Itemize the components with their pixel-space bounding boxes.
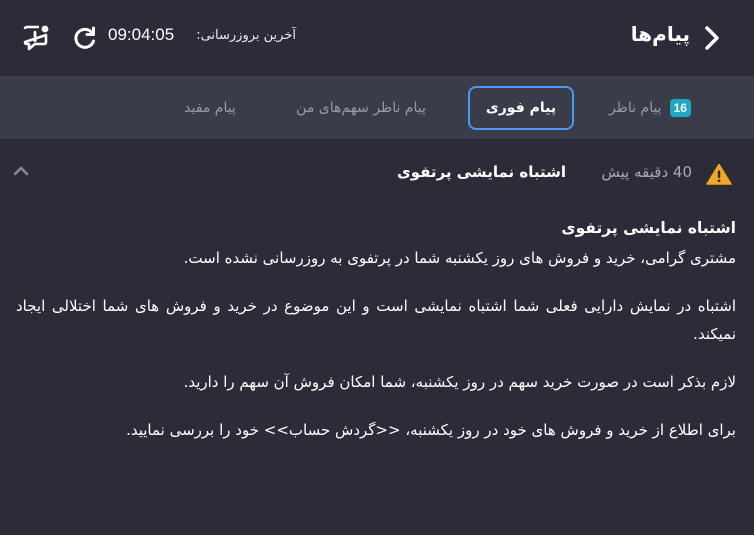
tab-supervisor-messages[interactable]: 16 پیام ناظر: [594, 86, 706, 130]
tab-label: پیام فوری: [485, 100, 557, 116]
header-bar: پیام‌ها آخرین بروزرسانی: 09:04:05: [0, 0, 754, 77]
tab-useful-messages[interactable]: پیام مفید: [164, 86, 256, 130]
last-update-time: 09:04:05: [108, 25, 175, 44]
chevron-up-icon[interactable]: [12, 164, 30, 178]
page-title: پیام‌ها: [630, 22, 690, 46]
notification-header[interactable]: 40 دقیقه پیش اشتباه نمایشی پرتفوی: [0, 139, 754, 203]
refresh-icon[interactable]: [72, 25, 98, 51]
last-update-label: آخرین بروزرسانی:: [196, 28, 296, 43]
chat-alert-icon[interactable]: [20, 22, 52, 54]
notification-paragraph: مشتری گرامی، خرید و فروش های روز یکشنبه …: [183, 249, 736, 267]
notification-body: اشتباه نمایشی پرتفوی مشتری گرامی، خرید و…: [16, 214, 736, 464]
tab-label: پیام ناظر سهم‌های من: [296, 100, 426, 116]
notification-paragraph: برای اطلاع از خرید و فروش های خود در روز…: [126, 421, 736, 439]
tab-label: پیام مفید: [184, 100, 236, 116]
notification-paragraph: اشتباه در نمایش دارایی فعلی شما اشتباه ن…: [16, 297, 736, 343]
tabs-bar: 16 پیام ناظر پیام فوری پیام ناظر سهم‌های…: [0, 77, 754, 139]
notification-time: 40 دقیقه پیش: [601, 163, 692, 181]
notification-title: اشتباه نمایشی پرتفوی: [396, 163, 566, 181]
tab-label: پیام ناظر: [609, 100, 662, 116]
notification-body-title: اشتباه نمایشی پرتفوی: [561, 219, 736, 237]
warning-icon: [706, 163, 732, 185]
unread-count-badge: 16: [669, 99, 691, 117]
chevron-right-icon[interactable]: [700, 24, 724, 52]
tab-urgent-messages[interactable]: پیام فوری: [468, 86, 574, 130]
tab-my-stocks-supervisor-messages[interactable]: پیام ناظر سهم‌های من: [278, 86, 444, 130]
notification-paragraph: لازم بذکر است در صورت خرید سهم در روز یک…: [183, 373, 736, 391]
